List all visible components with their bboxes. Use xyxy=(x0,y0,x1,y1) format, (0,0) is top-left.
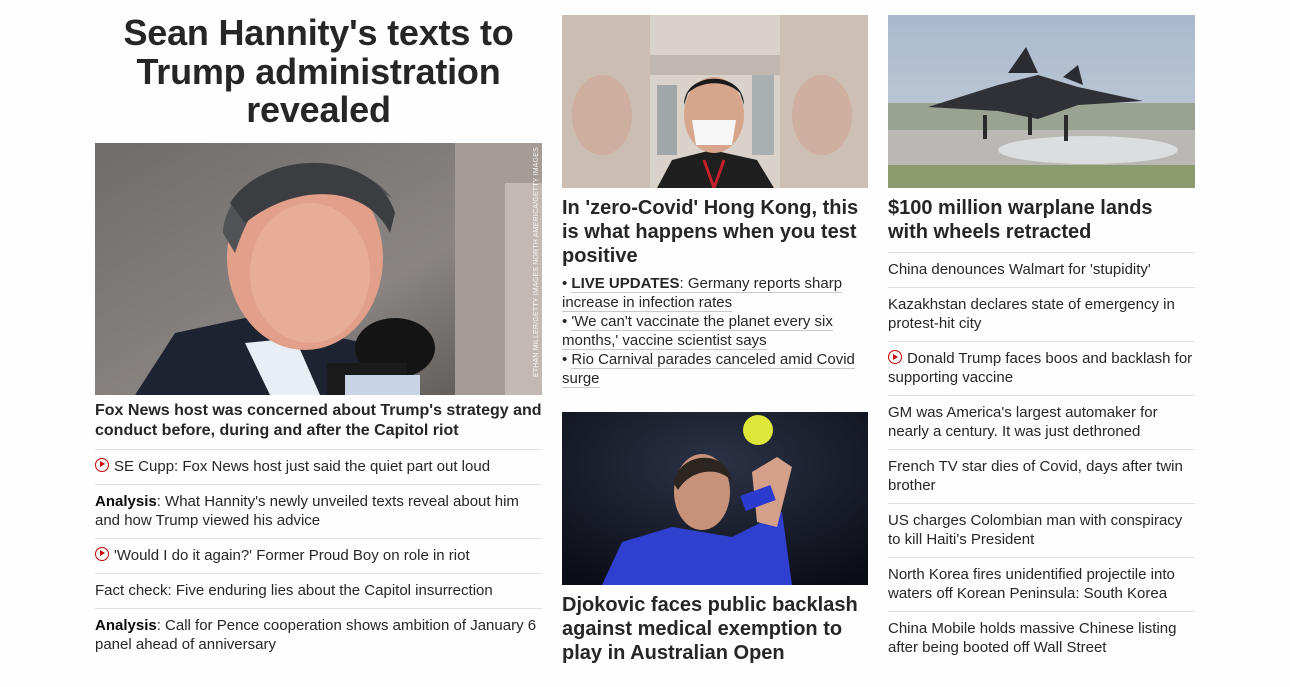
related-link-3[interactable]: 'Would I do it again?' Former Proud Boy … xyxy=(95,537,542,573)
bullet-text: Rio Carnival parades canceled amid Covid… xyxy=(562,351,855,388)
lead-headline[interactable]: Fox News host was concerned about Trump'… xyxy=(95,401,542,449)
hannity-photo-graphic xyxy=(95,142,542,395)
lead-title[interactable]: Sean Hannity's texts to Trump administra… xyxy=(95,13,542,130)
related-link-4[interactable]: Fact check: Five enduring lies about the… xyxy=(95,572,542,608)
bullet-item-3[interactable]: • Rio Carnival parades canceled amid Cov… xyxy=(562,350,868,388)
headline-link-4[interactable]: GM was America's largest automaker for n… xyxy=(888,395,1195,449)
play-circle-icon xyxy=(95,546,109,561)
right-column: $100 million warplane lands with wheels … xyxy=(888,0,1195,665)
headline-link-text: US charges Colombian man with conspiracy… xyxy=(888,512,1183,548)
djokovic-headline[interactable]: Djokovic faces public backlash against m… xyxy=(562,593,868,665)
lead-story: Sean Hannity's texts to Trump administra… xyxy=(95,0,542,662)
related-link-1[interactable]: SE Cupp: Fox News host just said the qui… xyxy=(95,448,542,484)
related-link-text: : What Hannity's newly unveiled texts re… xyxy=(95,492,519,529)
related-link-text: 'Would I do it again?' Former Proud Boy … xyxy=(114,546,470,564)
headline-link-text: Kazakhstan declares state of emergency i… xyxy=(888,296,1175,332)
hong-kong-photo-graphic xyxy=(562,15,868,188)
bullet-text: 'We can't vaccinate the planet every six… xyxy=(562,313,833,350)
headline-link-8[interactable]: China Mobile holds massive Chinese listi… xyxy=(888,611,1195,665)
headline-link-1[interactable]: China denounces Walmart for 'stupidity' xyxy=(888,252,1195,287)
headline-link-text: GM was America's largest automaker for n… xyxy=(888,404,1158,440)
headline-link-3[interactable]: Donald Trump faces boos and backlash for… xyxy=(888,341,1195,395)
warplane-photo[interactable] xyxy=(888,15,1195,188)
headline-link-5[interactable]: French TV star dies of Covid, days after… xyxy=(888,449,1195,503)
related-link-5[interactable]: Analysis: Call for Pence cooperation sho… xyxy=(95,607,542,662)
bullet-item-1[interactable]: • LIVE UPDATES: Germany reports sharp in… xyxy=(562,274,868,312)
related-link-2[interactable]: Analysis: What Hannity's newly unveiled … xyxy=(95,483,542,538)
headline-link-6[interactable]: US charges Colombian man with conspiracy… xyxy=(888,503,1195,557)
warplane-headline[interactable]: $100 million warplane lands with wheels … xyxy=(888,196,1195,252)
play-circle-icon xyxy=(888,350,902,364)
hong-kong-headline[interactable]: In 'zero-Covid' Hong Kong, this is what … xyxy=(562,196,868,268)
middle-column: In 'zero-Covid' Hong Kong, this is what … xyxy=(562,0,868,665)
analysis-label: Analysis xyxy=(95,616,157,634)
related-link-text: Fact check: Five enduring lies about the… xyxy=(95,581,493,599)
headline-link-text: China Mobile holds massive Chinese listi… xyxy=(888,620,1177,656)
djokovic-photo-graphic xyxy=(562,412,868,585)
headline-link-text: French TV star dies of Covid, days after… xyxy=(888,458,1183,494)
analysis-label: Analysis xyxy=(95,492,157,510)
bullet-item-2[interactable]: • 'We can't vaccinate the planet every s… xyxy=(562,312,868,350)
live-updates-list: • LIVE UPDATES: Germany reports sharp in… xyxy=(562,274,868,388)
related-link-text: : Call for Pence cooperation shows ambit… xyxy=(95,616,537,653)
headline-link-text: China denounces Walmart for 'stupidity' xyxy=(888,261,1151,278)
headline-link-7[interactable]: North Korea fires unidentified projectil… xyxy=(888,557,1195,611)
image-credit: ETHAN MILLER/GETTY IMAGES NORTH AMERICA/… xyxy=(533,146,540,377)
play-circle-icon xyxy=(95,457,109,472)
hannity-photo[interactable]: ETHAN MILLER/GETTY IMAGES NORTH AMERICA/… xyxy=(95,142,542,395)
hong-kong-photo[interactable] xyxy=(562,15,868,188)
related-link-text: SE Cupp: Fox News host just said the qui… xyxy=(114,457,491,475)
live-updates-label: LIVE UPDATES xyxy=(571,275,680,292)
djokovic-photo[interactable] xyxy=(562,412,868,585)
headline-link-text: North Korea fires unidentified projectil… xyxy=(888,566,1175,602)
headline-link-2[interactable]: Kazakhstan declares state of emergency i… xyxy=(888,287,1195,341)
headline-link-text: Donald Trump faces boos and backlash for… xyxy=(888,350,1193,386)
warplane-photo-graphic xyxy=(888,15,1195,188)
